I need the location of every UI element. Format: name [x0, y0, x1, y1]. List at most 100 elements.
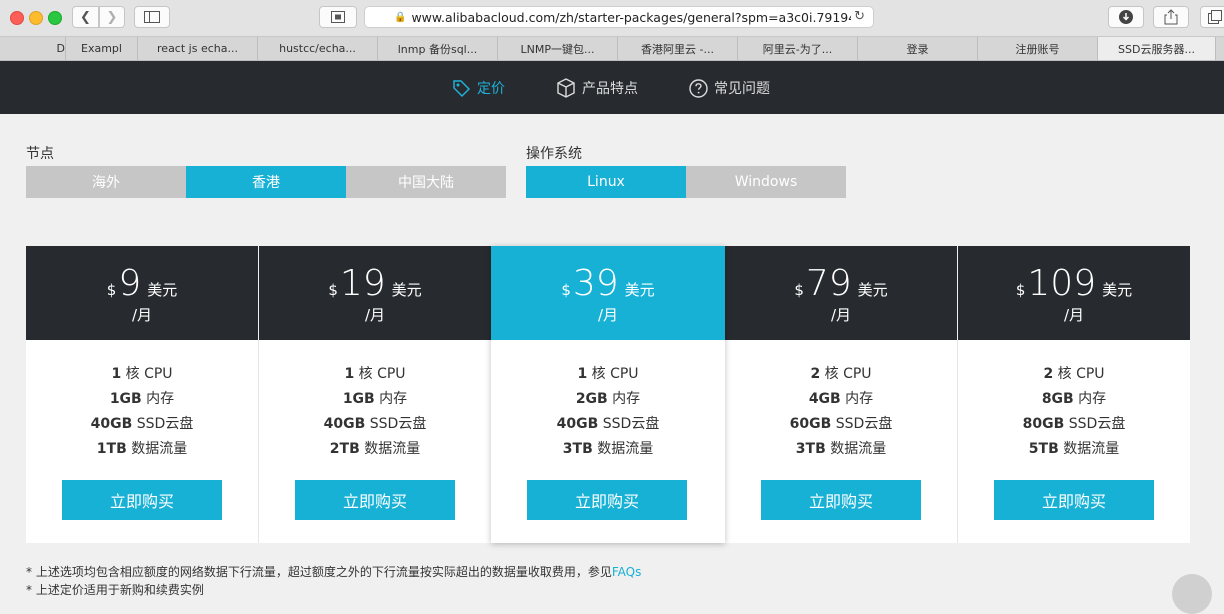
spec-traffic: 3TB 数据流量 [562, 441, 654, 457]
spec-traffic: 3TB 数据流量 [795, 441, 887, 457]
card-divider [957, 340, 958, 543]
forward-button[interactable]: ❯ [99, 6, 125, 28]
browser-tab[interactable]: lnmp 备份sql... [378, 37, 498, 60]
spec-memory: 8GB 内存 [1041, 391, 1107, 407]
plan-card: $9 美元/月 1 核 CPU 1GB 内存 40GB SSD云盘 1TB 数据流量立即购… [26, 246, 258, 543]
plan-card: $79 美元/月 2 核 CPU 4GB 内存 60GB SSD云盘 3TB 数据流量立即… [725, 246, 957, 543]
spec-traffic: 1TB 数据流量 [96, 441, 188, 457]
download-icon [1119, 10, 1133, 24]
spec-cpu: 1 核 CPU [577, 366, 639, 382]
currency-symbol: $ [561, 281, 571, 299]
spec-cpu: 1 核 CPU [111, 366, 173, 382]
price-period: /月 [131, 306, 153, 324]
zoom-window-button[interactable] [48, 11, 62, 25]
note-text-2: 上述定价适用于新购和续费实例 [35, 583, 204, 597]
price-period: /月 [830, 306, 852, 324]
scroll-to-top-button[interactable] [1172, 574, 1212, 614]
spec-disk: 40GB SSD云盘 [556, 416, 660, 432]
os-windows[interactable]: Windows [686, 166, 846, 198]
price-unit: 美元 [624, 281, 655, 299]
spec-traffic: 5TB 数据流量 [1028, 441, 1120, 457]
nav-faq[interactable]: 常见问题 [689, 77, 770, 99]
plan-price: $39 美元 [491, 264, 725, 304]
currency-symbol: $ [328, 281, 338, 299]
browser-tab[interactable]: SSD云服务器... [1098, 37, 1216, 60]
buy-now-button[interactable]: 立即购买 [527, 480, 687, 520]
price-period: /月 [364, 306, 386, 324]
reader-icon [331, 11, 345, 23]
share-icon [1164, 9, 1178, 25]
browser-tab[interactable]: D [0, 37, 66, 60]
plan-card: $109 美元/月 2 核 CPU 8GB 内存 80GB SSD云盘 5TB 数据流量立… [958, 246, 1190, 543]
price-unit: 美元 [1102, 281, 1133, 299]
question-circle-icon [689, 78, 708, 98]
price-period: /月 [1063, 306, 1085, 324]
spec-cpu: 2 核 CPU [810, 366, 872, 382]
nav-features[interactable]: 产品特点 [556, 77, 638, 99]
spec-memory: 1GB 内存 [109, 391, 175, 407]
spec-memory: 1GB 内存 [342, 391, 408, 407]
browser-tab[interactable]: 注册账号 [978, 37, 1098, 60]
browser-tab[interactable]: hustcc/echa... [258, 37, 378, 60]
tabs-icon [1208, 10, 1222, 24]
browser-tab[interactable]: react js echa... [138, 37, 258, 60]
spec-cpu: 1 核 CPU [344, 366, 406, 382]
plan-price: $79 美元 [725, 264, 957, 304]
plan-specs: 1 核 CPU 1GB 内存 40GB SSD云盘 2TB 数据流量 [259, 362, 491, 462]
region-hongkong[interactable]: 香港 [186, 166, 346, 198]
plan-price: $109 美元 [958, 264, 1190, 304]
price-amount: 39 [572, 263, 619, 304]
back-button[interactable]: ❮ [72, 6, 99, 28]
region-mainland[interactable]: 中国大陆 [346, 166, 506, 198]
browser-tab-bar: D Exampl react js echa... hustcc/echa... lnm… [0, 37, 1224, 61]
spec-memory: 4GB 内存 [808, 391, 874, 407]
currency-symbol: $ [1015, 281, 1026, 299]
tab-overview-button[interactable] [1200, 6, 1224, 28]
plan-header: $9 美元/月 [26, 246, 258, 340]
browser-tab[interactable]: 香港阿里云 -... [618, 37, 738, 60]
currency-symbol: $ [794, 281, 804, 299]
minimize-window-button[interactable] [29, 11, 43, 25]
downloads-button[interactable] [1108, 6, 1144, 28]
address-bar[interactable]: 🔒 www.alibabacloud.com/zh/starter-packag… [364, 6, 874, 28]
plan-header: $19 美元/月 [259, 246, 491, 340]
share-button[interactable] [1153, 6, 1189, 28]
buy-now-button[interactable]: 立即购买 [994, 480, 1154, 520]
reload-icon[interactable]: ↻ [854, 9, 865, 24]
sidebar-toggle-button[interactable] [134, 6, 170, 28]
browser-tab[interactable]: 登录 [858, 37, 978, 60]
price-unit: 美元 [391, 281, 422, 299]
price-tag-icon [453, 79, 471, 97]
pricing-note: * 上述定价适用于新购和续费实例 [26, 581, 204, 598]
plan-specs: 2 核 CPU 4GB 内存 60GB SSD云盘 3TB 数据流量 [725, 362, 957, 462]
faq-link[interactable]: FAQs [612, 565, 642, 579]
spec-disk: 40GB SSD云盘 [323, 416, 427, 432]
currency-symbol: $ [106, 281, 117, 299]
spec-disk: 40GB SSD云盘 [90, 416, 194, 432]
spec-disk: 60GB SSD云盘 [789, 416, 893, 432]
browser-tab[interactable]: LNMP一键包... [498, 37, 618, 60]
region-selector: 海外 香港 中国大陆 [26, 166, 506, 198]
os-selector: Linux Windows [526, 166, 846, 198]
os-linux[interactable]: Linux [526, 166, 686, 198]
buy-now-button[interactable]: 立即购买 [295, 480, 455, 520]
browser-tab[interactable]: Exampl [66, 37, 138, 60]
buy-now-button[interactable]: 立即购买 [761, 480, 921, 520]
price-period: /月 [597, 306, 619, 324]
browser-tab[interactable]: 阿里云-为了... [738, 37, 858, 60]
nav-pricing[interactable]: 定价 [452, 77, 505, 99]
note-bullet: * [26, 583, 32, 597]
plan-card: $39 美元/月 1 核 CPU 2GB 内存 40GB SSD云盘 3TB 数据流量 立即… [491, 246, 725, 543]
price-amount: 109 [1027, 263, 1097, 304]
plan-header: $109 美元/月 [958, 246, 1190, 340]
plan-specs: 1 核 CPU 2GB 内存 40GB SSD云盘 3TB 数据流量 [491, 362, 725, 462]
reader-view-button[interactable] [319, 6, 357, 28]
close-window-button[interactable] [10, 11, 24, 25]
spec-traffic: 2TB 数据流量 [329, 441, 421, 457]
region-overseas[interactable]: 海外 [26, 166, 186, 198]
plan-specs: 1 核 CPU 1GB 内存 40GB SSD云盘 1TB 数据流量 [26, 362, 258, 462]
note-text-1: 上述选项均包含相应额度的网络数据下行流量，超过额度之外的下行流量按实际超出的数据… [35, 565, 612, 579]
card-divider [258, 340, 259, 543]
buy-now-button[interactable]: 立即购买 [62, 480, 222, 520]
chevron-right-icon: ❯ [106, 9, 118, 25]
